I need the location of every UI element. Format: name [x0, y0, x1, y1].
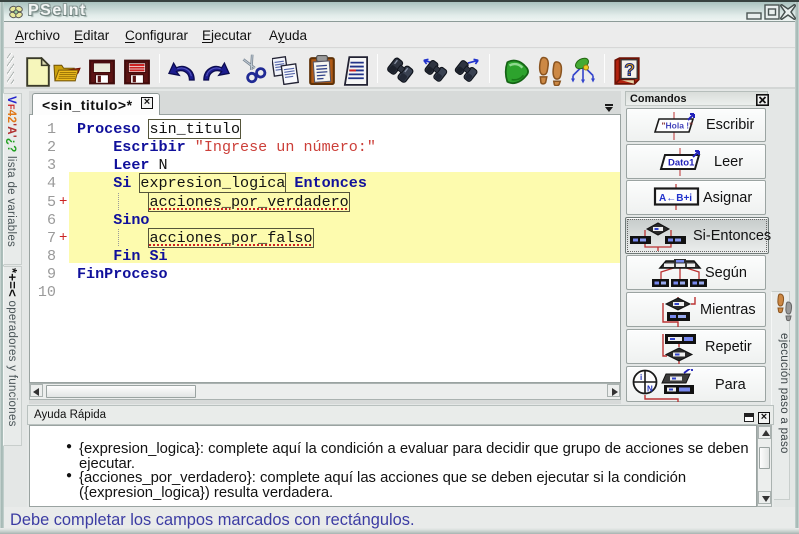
svg-text:Dato1: Dato1: [668, 158, 695, 169]
svg-text:?: ?: [624, 59, 634, 79]
svg-text:A←B+i: A←B+i: [659, 193, 692, 204]
svg-text:"Hola !": "Hola !": [662, 121, 694, 131]
svg-text:N: N: [647, 384, 653, 393]
svg-text:i: i: [640, 373, 642, 382]
